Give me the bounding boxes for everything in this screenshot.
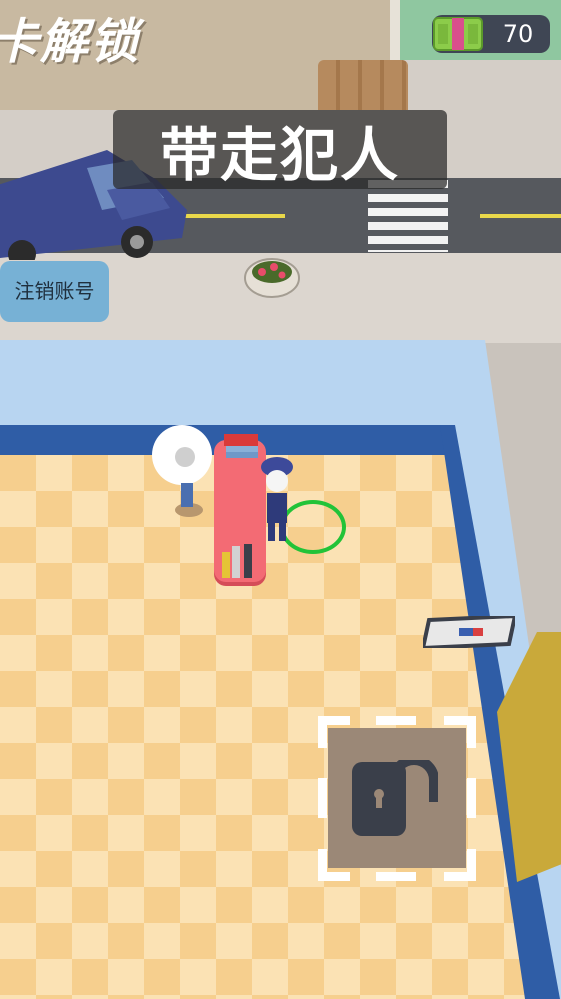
padlock-icon (352, 760, 438, 836)
prisoner-character[interactable] (147, 425, 217, 520)
cash-stack-icon (433, 17, 483, 51)
wooden-fence (318, 60, 408, 110)
road-lane-line (480, 214, 561, 218)
police-officer-character[interactable] (255, 455, 300, 545)
wall-sign (423, 616, 515, 648)
logout-button[interactable]: 注销账号 (0, 261, 109, 322)
task-title: 带走犯人 (159, 120, 400, 189)
money-value: 70 (502, 20, 534, 48)
task-title-chip: 带走犯人 (113, 110, 447, 189)
unlock-banner-text: 卡解锁 (0, 14, 141, 70)
file-folders (222, 544, 252, 578)
road-lane-line (185, 214, 285, 218)
game-scene[interactable]: 卡解锁 带走犯人 70 注销账号 (0, 0, 561, 999)
flower-planter (244, 258, 300, 298)
